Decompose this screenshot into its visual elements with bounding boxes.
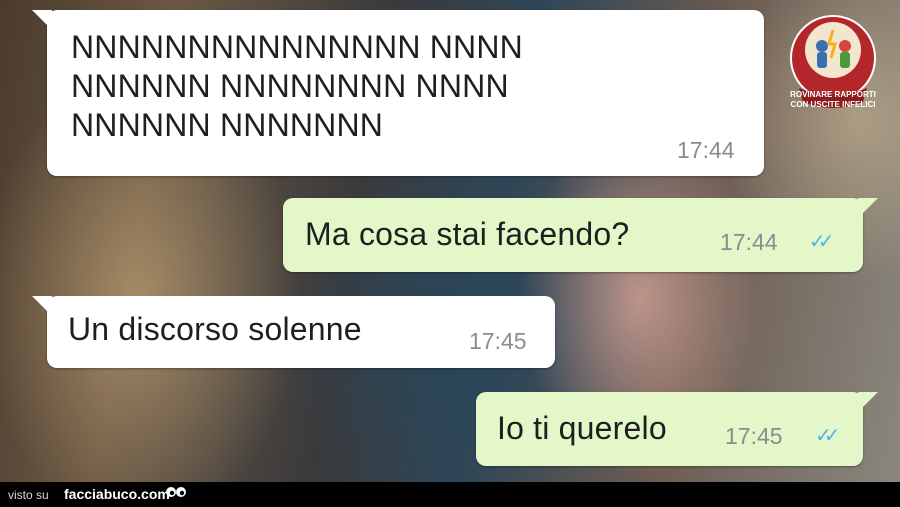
logo-text: ROVINARE RAPPORTI CON USCITE INFELICI xyxy=(790,90,876,109)
message-text: Ma cosa stai facendo? xyxy=(305,216,630,252)
watermark-logo: ROVINARE RAPPORTI CON USCITE INFELICI xyxy=(789,10,877,118)
footer-site-link[interactable]: facciabuco.com xyxy=(64,486,170,502)
read-ticks-icon: ✓✓ xyxy=(815,425,840,447)
footer-visto-label: visto su xyxy=(8,488,49,502)
bubble-tail xyxy=(32,296,52,316)
chat-background: NNNNNNNNNNNNNNN NNNN NNNNNN NNNNNNNN NNN… xyxy=(0,0,900,482)
bubble-tail xyxy=(858,392,878,412)
eyes-icon xyxy=(166,487,186,497)
message-time: 17:45 xyxy=(469,328,527,354)
message-time: 17:44 xyxy=(720,229,778,255)
bubble-tail xyxy=(32,10,52,30)
outgoing-message-bubble[interactable]: Ma cosa stai facendo? 17:44 ✓✓ xyxy=(283,198,878,272)
bubble-tail xyxy=(858,198,878,218)
message-time: 17:44 xyxy=(677,137,735,163)
message-text: NNNNNNNNNNNNNNN NNNN NNNNNN NNNNNNNN NNN… xyxy=(71,29,523,143)
footer-bar: visto su facciabuco.com xyxy=(0,482,900,507)
message-text: Io ti querelo xyxy=(497,410,667,446)
message-time: 17:45 xyxy=(725,423,783,449)
incoming-message-bubble[interactable]: NNNNNNNNNNNNNNN NNNN NNNNNN NNNNNNNN NNN… xyxy=(32,10,764,176)
incoming-message-bubble[interactable]: Un discorso solenne 17:45 xyxy=(32,296,555,368)
message-text: Un discorso solenne xyxy=(68,311,362,347)
read-ticks-icon: ✓✓ xyxy=(809,231,834,253)
outgoing-message-bubble[interactable]: Io ti querelo 17:45 ✓✓ xyxy=(476,392,878,466)
